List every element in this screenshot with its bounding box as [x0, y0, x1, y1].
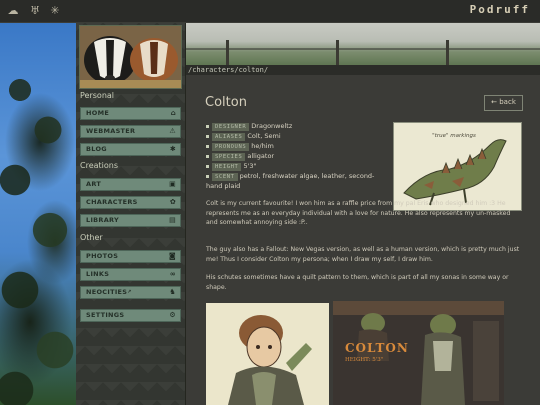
info-row: HEIGHT 5'3" — [206, 161, 386, 171]
nav-label: NEOCITIES — [86, 288, 128, 296]
section-creations: Creations — [80, 161, 119, 170]
bullet-icon — [206, 134, 209, 138]
nav-label: WEBMASTER — [86, 127, 136, 135]
info-row: SCENT petrol, freshwater algae, leather, … — [206, 171, 386, 191]
section-personal: Personal — [80, 91, 115, 100]
tooth-icon[interactable]: ♅ — [28, 4, 42, 18]
nav-blog[interactable]: BLOG ✱ — [80, 143, 181, 156]
sun-icon[interactable]: ✳ — [48, 4, 62, 18]
artwork-thumbnail[interactable] — [206, 303, 329, 405]
info-row: DESIGNER Dragonweltz — [206, 121, 386, 131]
info-key: DESIGNER — [212, 123, 250, 131]
page-title: Colton — [205, 95, 247, 110]
fence-wire — [186, 48, 540, 50]
info-value: Colt, Semi — [247, 132, 281, 140]
sheet-subtitle: HEIGHT: 5'3" — [345, 357, 384, 363]
image-icon: ▣ — [169, 180, 176, 188]
warning-icon: ⚠ — [169, 127, 176, 135]
home-icon: ⌂ — [170, 109, 176, 117]
info-row: PRONOUNS he/him — [206, 141, 386, 151]
bullet-icon — [206, 124, 209, 128]
nav-links[interactable]: LINKS ∞ — [80, 268, 181, 281]
description-paragraph: The guy also has a Fallout: New Vegas ve… — [206, 246, 520, 263]
info-value: he/him — [251, 142, 274, 150]
info-row: ALIASES Colt, Semi — [206, 131, 386, 141]
reference-image[interactable]: "true" markings — [393, 122, 522, 211]
top-bar: ☁ ♅ ✳ Podruff — [0, 0, 540, 23]
sheep-icon[interactable]: ☁ — [6, 4, 20, 18]
info-key: HEIGHT — [212, 163, 242, 171]
path-bar: /characters/colton/ — [186, 65, 540, 75]
camera-icon: ◙ — [168, 252, 176, 260]
site-brand[interactable]: Podruff — [470, 3, 530, 16]
nav-art[interactable]: ART ▣ — [80, 178, 181, 191]
bullet-icon — [206, 154, 209, 158]
nav-home[interactable]: HOME ⌂ — [80, 107, 181, 120]
sun-icon: ✱ — [169, 145, 176, 153]
fence-post — [446, 40, 449, 65]
paw-icon: ✿ — [169, 198, 176, 206]
nav-label: BLOG — [86, 145, 107, 153]
description-paragraph: Colt is my current favourite! I won him … — [206, 200, 511, 226]
back-arrow-icon: ← — [491, 98, 497, 106]
nav-characters[interactable]: CHARACTERS ✿ — [80, 196, 181, 209]
nav-label: CHARACTERS — [86, 198, 138, 206]
info-key: PRONOUNS — [212, 143, 250, 151]
fence-post — [226, 40, 229, 65]
nav-photos[interactable]: PHOTOS ◙ — [80, 250, 181, 263]
colton-human-drawing — [206, 303, 329, 405]
avatar — [79, 25, 182, 89]
book-icon: ▤ — [169, 216, 176, 224]
bullet-icon — [206, 164, 209, 168]
nav-webmaster[interactable]: WEBMASTER ⚠ — [80, 125, 181, 138]
back-label: back — [499, 98, 516, 106]
back-button[interactable]: ← back — [484, 95, 523, 111]
info-value: alligator — [247, 152, 275, 160]
nav-label: LIBRARY — [86, 216, 120, 224]
description-paragraph: His schutes sometimes have a quilt patte… — [206, 274, 509, 291]
sidebar: Personal HOME ⌂ WEBMASTER ⚠ BLOG ✱ Creat… — [76, 22, 186, 405]
external-link-icon: ↗ — [127, 289, 132, 295]
nav-settings[interactable]: SETTINGS ⚙ — [80, 309, 181, 322]
gear-icon: ⚙ — [169, 311, 176, 319]
nav-label: HOME — [86, 109, 110, 117]
bullet-icon — [206, 144, 209, 148]
cat-icon: ♞ — [169, 288, 176, 296]
header-banner — [186, 22, 540, 65]
nav-label: ART — [86, 180, 102, 188]
character-info: DESIGNER Dragonweltz ALIASES Colt, Semi PR… — [206, 121, 386, 191]
nav-label: SETTINGS — [86, 311, 125, 319]
info-value: Dragonweltz — [251, 122, 293, 130]
breadcrumb: /characters/colton/ — [188, 66, 269, 74]
info-key: SCENT — [212, 173, 238, 181]
nav-label: LINKS — [86, 270, 110, 278]
info-key: SPECIES — [212, 153, 246, 161]
nav-neocities[interactable]: NEOCITIES↗ ♞ — [80, 286, 181, 299]
section-other: Other — [80, 233, 103, 242]
nav-library[interactable]: LIBRARY ▤ — [80, 214, 181, 227]
main-content: Colton ← back DESIGNER Dragonweltz ALIASE… — [186, 75, 540, 405]
info-key: ALIASES — [212, 133, 246, 141]
ref-note: "true" markings — [432, 133, 476, 139]
bullet-icon — [206, 174, 209, 178]
link-icon: ∞ — [169, 270, 176, 278]
fence-post — [336, 40, 339, 65]
info-row: SPECIES alligator — [206, 151, 386, 161]
sheet-title: COLTON — [345, 341, 409, 355]
nav-label: PHOTOS — [86, 252, 119, 260]
badger-avatar-image — [80, 26, 181, 88]
info-value: 5'3" — [243, 162, 257, 170]
character-sheet-thumbnail[interactable]: COLTON HEIGHT: 5'3" — [333, 301, 504, 405]
trees-silhouette — [0, 60, 80, 405]
